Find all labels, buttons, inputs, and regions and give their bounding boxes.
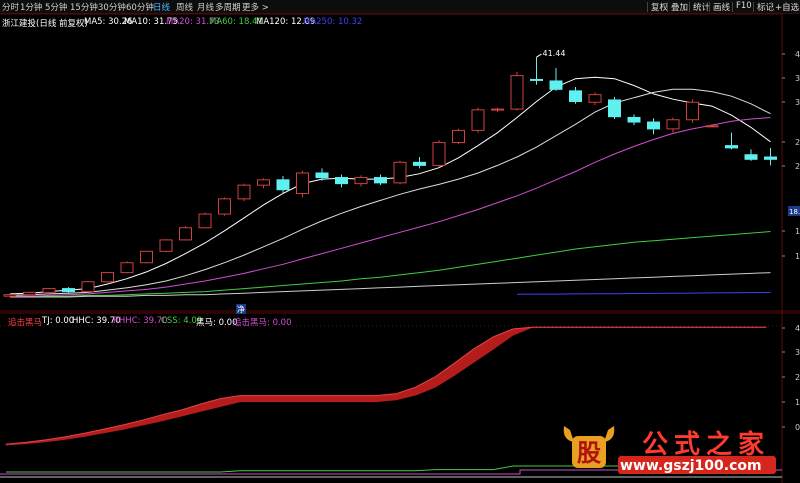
candle-body-up (471, 109, 485, 131)
candle-body-down (315, 172, 329, 179)
candle-body-up (432, 142, 446, 166)
candle-body-up (120, 262, 134, 274)
y-tick-label: 1 (795, 227, 800, 236)
marker-label: 净 (237, 304, 245, 314)
candle-body-up (179, 227, 192, 241)
candle-body-up (42, 288, 56, 293)
y-tick-label: 2 (795, 162, 800, 171)
candle-body-up (81, 281, 95, 293)
stock-name: 浙江建投(日线 前复权) (2, 19, 88, 29)
ma-line-ma250 (516, 291, 771, 295)
y-tick-label: 4 (795, 50, 800, 59)
sub-indicator-1: TJ: 0.00 (42, 316, 75, 326)
candle-body-down (647, 121, 660, 130)
candle-body-up (237, 184, 251, 200)
sub-indicator-5: 黑马: 0.00 (196, 318, 238, 328)
candle-body-down (62, 288, 75, 293)
candle-body-down (276, 179, 290, 191)
sub-indicator-0: 追击黑马 (8, 318, 43, 328)
candle-body-down (744, 154, 758, 160)
y-tick-label: 3 (795, 74, 800, 83)
candle-body-down (335, 177, 348, 185)
candle-body-up (705, 125, 719, 128)
bull-logo-icon: 股 (563, 426, 615, 468)
sub-y-tick-label: 3 (795, 348, 800, 357)
candle-body-down (627, 116, 641, 123)
main-indicator-3: MA60: 18.41 (209, 17, 263, 27)
right-price-label: 18.1 (789, 208, 800, 216)
sub-y-tick-label: 1 (795, 398, 800, 407)
candle-body-up (452, 129, 465, 144)
candle-body-down (608, 99, 621, 118)
y-tick-label: 2 (795, 138, 800, 147)
candle-body-down (725, 145, 738, 149)
candle-body-up (393, 161, 407, 184)
watermark-url: www.gszj100.com (620, 458, 762, 474)
candle-body-down (764, 156, 777, 160)
candle-body-down (530, 78, 543, 81)
sub-indicator-3: RHHC: 39.70 (113, 316, 168, 326)
candle-body-up (257, 179, 270, 186)
ma-line-ma5 (9, 76, 771, 295)
candle-body-up (296, 172, 309, 195)
y-tick-label: 3 (795, 98, 800, 107)
candle-body-up (491, 108, 504, 111)
candle-body-down (374, 177, 387, 184)
candle-body-up (588, 94, 602, 103)
candle-body-up (101, 272, 114, 283)
main-indicator-5: MA250: 10.32 (303, 17, 363, 27)
candle-body-up (510, 75, 524, 110)
high-annotation: 41.44 (543, 49, 566, 58)
candle-body-down (549, 80, 563, 90)
candle-body-up (198, 213, 212, 229)
candle-body-up (23, 291, 36, 296)
kline-chart: 41.44 18.1 4 3 3 2 2 1 1 净 4 3 2 1 0 (0, 13, 800, 483)
candle-body-up (354, 177, 368, 185)
candle-body-up (686, 101, 699, 121)
candle-body-up (3, 294, 17, 297)
sub-y-tick-label: 4 (795, 324, 800, 333)
candle-body-down (413, 161, 426, 166)
high-annotation-pointer (536, 53, 542, 58)
candle-body-up (159, 239, 173, 252)
logo-text: 股 (577, 439, 601, 467)
y-tick-label: 1 (795, 252, 800, 261)
candle-body-up (666, 119, 680, 130)
candle-body-down (569, 90, 582, 102)
sub-indicator-6: 追击黑马: 0.00 (233, 318, 292, 328)
watermark: 股 公式之家 www.gszj100.com (556, 420, 778, 478)
candle-body-up (140, 250, 153, 264)
sub-y-tick-label: 2 (795, 373, 800, 382)
sub-y-tick-label: 0 (795, 423, 800, 432)
candle-body-up (218, 198, 231, 215)
